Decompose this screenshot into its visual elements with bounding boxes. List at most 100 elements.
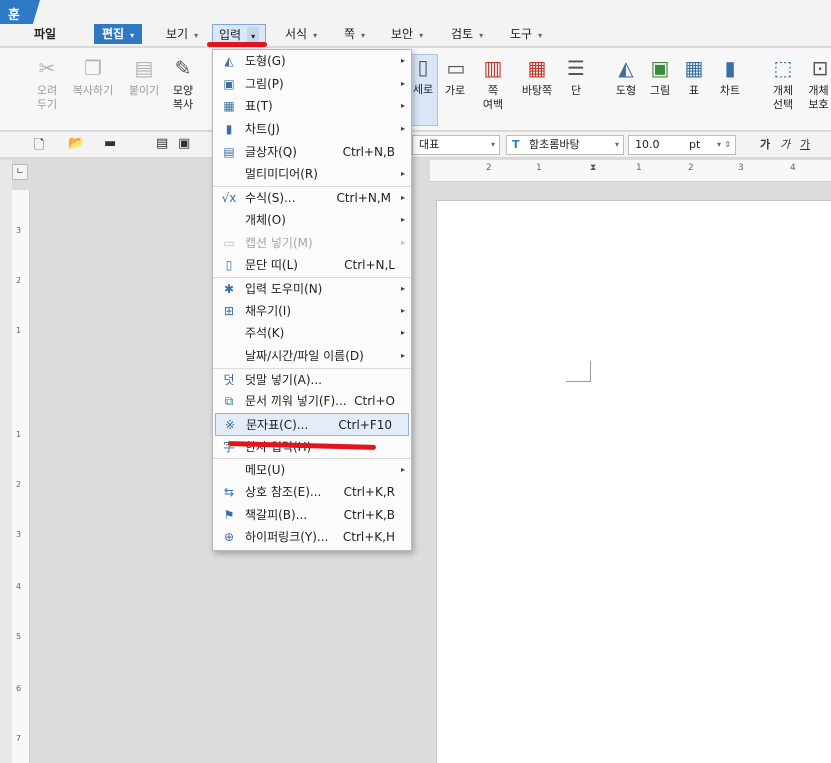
submenu-arrow-icon: ▸ [400, 169, 405, 179]
vruler-tick: 2 [16, 480, 22, 489]
insert-menu-item[interactable]: ⚑ 책갈피(B)... Ctrl+K,B [213, 504, 411, 527]
font-size-select[interactable]: 10.0 pt ▾ ⇕ [628, 135, 736, 155]
paste-button[interactable]: ▤ 붙이기 [124, 56, 164, 98]
ribbon-table-button[interactable]: ▦ 표 [680, 56, 708, 98]
style-value: 대표 [419, 138, 440, 151]
insert-menu-item-label: 표(T) [245, 99, 273, 114]
shortcut-label: Ctrl+F10 [338, 418, 392, 432]
fill-icon: ⊞ [223, 303, 235, 318]
menu-page[interactable]: 쪽 ▾ [340, 24, 369, 44]
open-folder-icon[interactable]: 📂 [68, 136, 84, 151]
insert-menu-item[interactable]: ▣ 그림(P) ▸ [213, 73, 411, 96]
shortcut-label: Ctrl+K,H [342, 530, 395, 545]
insert-menu-item[interactable]: 개체(O) ▸ [213, 209, 411, 232]
hruler-tick: 1 [536, 163, 542, 173]
insert-menu-item[interactable]: ⊕ 하이퍼링크(Y)... Ctrl+K,H [213, 526, 411, 549]
paste-label: 붙이기 [128, 84, 160, 97]
ribbon-shape-button[interactable]: ◭ 도형 [612, 56, 640, 98]
ribbon-table-label: 표 [688, 84, 700, 97]
charmap-icon: ※ [224, 418, 236, 432]
insert-menu-item[interactable]: ◭ 도형(G) ▸ [213, 50, 411, 73]
insert-menu-item[interactable]: ▯ 문단 띠(L) Ctrl+N,L [213, 254, 411, 277]
ruler-corner-button[interactable]: ∟ [12, 164, 28, 180]
insert-menu-item[interactable]: √x 수식(S)... Ctrl+N,M ▸ [213, 186, 411, 209]
text-area-corner-mark [590, 361, 591, 382]
insert-menu-item-label: 개체(O) [245, 212, 286, 227]
font-select[interactable]: T 함초롬바탕 ▾ [506, 135, 624, 155]
left-edge-strip [0, 160, 12, 763]
insert-menu-item[interactable]: ▮ 차트(J) ▸ [213, 118, 411, 141]
menu-edit-label: 편집 [102, 27, 125, 41]
menu-edit[interactable]: 편집 ▾ [94, 24, 143, 44]
submenu-arrow-icon: ▸ [400, 283, 405, 293]
italic-button[interactable]: 가 [780, 136, 790, 152]
ribbon-picture-button[interactable]: ▣ 그림 [646, 56, 674, 98]
shape-copy-button[interactable]: ✎ 모양 복사 [168, 56, 198, 112]
insert-menu-item[interactable]: ⇆ 상호 참조(E)... Ctrl+K,R [213, 481, 411, 504]
chevron-down-icon: ▾ [361, 31, 366, 40]
indent-marker-icon[interactable]: ⧗ [590, 163, 596, 173]
insert-menu-item[interactable]: 덧 덧말 넣기(A)... [213, 367, 411, 391]
copy-button[interactable]: ❐ 복사하기 [68, 56, 118, 98]
menu-insert[interactable]: 입력 ▾ [212, 24, 267, 47]
insert-menu-item[interactable]: 주석(K) ▸ [213, 322, 411, 345]
insert-menu-item[interactable]: ※ 문자표(C)... Ctrl+F10 [215, 413, 409, 436]
insert-menu-item[interactable]: 메모(U) ▸ [213, 458, 411, 481]
column-label: 단 [570, 84, 582, 97]
insert-menu-item[interactable]: ✱ 입력 도우미(N) ▸ [213, 276, 411, 300]
new-doc-icon[interactable]: 🗋 [34, 136, 44, 158]
document-page[interactable] [436, 200, 831, 763]
insert-menu-item[interactable]: 날짜/시간/파일 이름(D) ▸ [213, 345, 411, 368]
bold-button[interactable]: 가 [760, 136, 770, 152]
underline-button[interactable]: 가 [800, 136, 810, 152]
save-icon[interactable]: ▬ [104, 136, 116, 151]
bg-page-button[interactable]: ▦ 바탕쪽 [518, 56, 556, 98]
vertical-button[interactable]: ▯ 세로 [408, 54, 438, 126]
menu-security[interactable]: 보안 ▾ [387, 24, 427, 44]
insert-menu-item[interactable]: ▤ 글상자(Q) Ctrl+N,B [213, 141, 411, 164]
hyperlink-icon: ⊕ [223, 530, 235, 545]
chevron-down-icon: ▾ [419, 31, 424, 40]
menu-file[interactable]: 파일 [30, 24, 60, 44]
page-vertical-icon: ▯ [417, 55, 429, 79]
page-margin-button[interactable]: ▥ 쪽 여백 [476, 56, 510, 112]
menu-tools[interactable]: 도구 ▾ [506, 24, 546, 44]
font-size-unit: pt [689, 138, 701, 151]
ribbon: ✂ 오려 두기 ❐ 복사하기 ▤ 붙이기 ✎ 모양 복사 ▯ 세로 ▭ 가로 ▥ 쪽 여백 ▦… [0, 48, 831, 131]
menu-format[interactable]: 서식 ▾ [281, 24, 321, 44]
shortcut-label: Ctrl+O [354, 394, 395, 409]
preview-icon[interactable]: ▣ [178, 136, 190, 151]
cut-button[interactable]: ✂ 오려 두기 [28, 56, 66, 112]
style-select[interactable]: 대표 ▾ [412, 135, 500, 155]
print-icon[interactable]: ▤ [156, 136, 168, 151]
vertical-ruler[interactable]: 3 2 1 1 2 3 4 5 6 7 [12, 190, 30, 763]
column-icon: ☰ [567, 56, 585, 80]
horizontal-button[interactable]: ▭ 가로 [442, 56, 468, 98]
picture-icon: ▣ [650, 56, 670, 80]
horizontal-ruler[interactable]: 2 1 ⧗ 1 2 3 4 [430, 160, 831, 182]
chevron-down-icon: ▾ [538, 31, 543, 40]
insert-menu-item[interactable]: ⊞ 채우기(I) ▸ [213, 300, 411, 323]
insert-menu-item-label: 상호 참조(E)... [245, 485, 322, 500]
menu-view[interactable]: 보기 ▾ [162, 24, 202, 44]
insert-menu-item[interactable]: ⧉ 문서 끼워 넣기(F)... Ctrl+O [213, 390, 411, 413]
menu-review[interactable]: 검토 ▾ [447, 24, 487, 44]
insert-menu-item-label: 입력 도우미(N) [245, 281, 323, 296]
object-protect-button[interactable]: ⊡ 개체 보호 [806, 56, 831, 112]
margin-icon: ▥ [483, 56, 503, 80]
copy-icon: ❐ [84, 56, 102, 80]
shortcut-label: Ctrl+K,B [343, 507, 395, 522]
ribbon-chart-button[interactable]: ▮ 차트 [716, 56, 744, 98]
insert-menu-item[interactable]: 멀티미디어(R) ▸ [213, 163, 411, 186]
picture-icon: ▣ [223, 76, 235, 91]
select-icon: ⬚ [773, 56, 793, 80]
insert-menu-item-label: 문단 띠(L) [245, 258, 298, 273]
font-value: 함초롬바탕 [529, 138, 580, 151]
object-select-button[interactable]: ⬚ 개체 선택 [766, 56, 800, 112]
vruler-tick: 2 [16, 276, 22, 285]
vruler-tick: 5 [16, 632, 22, 641]
insert-menu-item[interactable]: ▦ 표(T) ▸ [213, 95, 411, 118]
column-button[interactable]: ☰ 단 [562, 56, 590, 98]
submenu-arrow-icon: ▸ [400, 56, 405, 65]
spin-icon[interactable]: ⇕ [724, 136, 731, 154]
